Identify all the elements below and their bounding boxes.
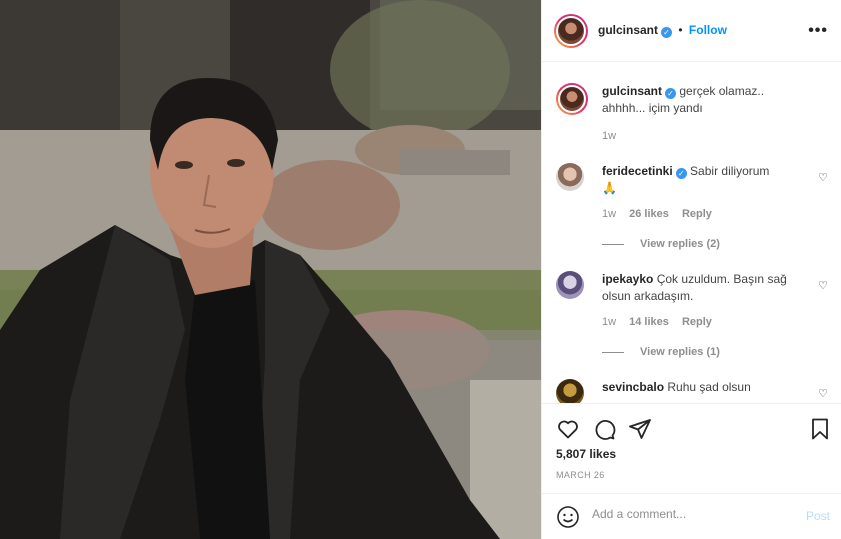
reply-button[interactable]: Reply — [682, 316, 712, 328]
comment-composer: Post — [542, 493, 841, 539]
commenter-avatar[interactable] — [556, 379, 584, 403]
post-header: gulcinsant ✓ • Follow ••• — [542, 0, 841, 62]
divider — [602, 243, 624, 245]
caption-meta: 1w — [602, 130, 626, 142]
more-options-icon[interactable]: ••• — [808, 22, 828, 40]
comment-time[interactable]: 1w — [602, 316, 616, 328]
comment-input[interactable] — [592, 507, 792, 521]
view-replies-label[interactable]: View replies (2) — [640, 238, 720, 250]
caption-avatar[interactable] — [556, 83, 588, 115]
author-avatar[interactable] — [554, 14, 588, 48]
comment-likes[interactable]: 14 likes — [629, 316, 669, 328]
comment-meta: 1w 26 likes Reply — [602, 208, 722, 220]
likes-count[interactable]: 5,807 likes — [556, 447, 616, 461]
list-item: feridecetinki ✓ Sabir diliyorum 🙏 ♡ 1w 26… — [556, 163, 832, 258]
author-username[interactable]: gulcinsant — [598, 23, 658, 37]
comment-body: feridecetinki ✓ Sabir diliyorum 🙏 — [602, 163, 802, 197]
caption: gulcinsant ✓ gerçek olamaz.. ahhhh... içi… — [556, 83, 832, 153]
emoji-icon[interactable] — [556, 505, 580, 529]
view-replies-button[interactable]: View replies (2) — [602, 238, 720, 250]
comment-text: Sabir diliyorum — [690, 164, 770, 178]
list-item: ipekayko Çok uzuldum. Başın sağ olsun ar… — [556, 271, 832, 366]
comment-username[interactable]: feridecetinki — [602, 164, 673, 178]
comment-time[interactable]: 1w — [602, 208, 616, 220]
caption-body: gulcinsant ✓ gerçek olamaz.. ahhhh... içi… — [602, 83, 802, 117]
post-button[interactable]: Post — [806, 509, 830, 523]
post-image — [0, 0, 541, 539]
heart-icon[interactable]: ♡ — [818, 387, 828, 400]
post-date[interactable]: MARCH 26 — [556, 470, 605, 480]
heart-icon[interactable]: ♡ — [818, 279, 828, 292]
view-replies-label[interactable]: View replies (1) — [640, 346, 720, 358]
verified-icon: ✓ — [661, 27, 673, 38]
verified-icon: ✓ — [665, 88, 677, 99]
share-icon[interactable] — [628, 417, 652, 441]
heart-icon[interactable] — [556, 417, 580, 441]
comment-text: Ruhu şad olsun — [667, 380, 751, 394]
caption-time[interactable]: 1w — [602, 130, 616, 142]
post-details-panel: gulcinsant ✓ • Follow ••• gulcinsant ✓ ger… — [541, 0, 841, 539]
author-line: gulcinsant ✓ • Follow — [598, 23, 727, 38]
verified-icon: ✓ — [675, 168, 687, 179]
list-item: sevincbalo Ruhu şad olsun ♡ — [556, 379, 832, 403]
comment-likes[interactable]: 26 likes — [629, 208, 669, 220]
heart-icon[interactable]: ♡ — [818, 171, 828, 184]
post-photo[interactable] — [0, 0, 541, 539]
comment-username[interactable]: ipekayko — [602, 272, 653, 286]
bookmark-icon[interactable] — [808, 417, 832, 441]
caption-username[interactable]: gulcinsant — [602, 84, 662, 98]
pray-emoji: 🙏 — [602, 181, 617, 195]
follow-button[interactable]: Follow — [689, 23, 727, 37]
comment-username[interactable]: sevincbalo — [602, 380, 664, 394]
comments-list[interactable]: gulcinsant ✓ gerçek olamaz.. ahhhh... içi… — [542, 63, 841, 403]
reply-button[interactable]: Reply — [682, 208, 712, 220]
view-replies-button[interactable]: View replies (1) — [602, 346, 720, 358]
divider — [602, 351, 624, 353]
commenter-avatar[interactable] — [556, 271, 584, 299]
comment-body: ipekayko Çok uzuldum. Başın sağ olsun ar… — [602, 271, 802, 305]
comment-icon[interactable] — [592, 417, 616, 441]
commenter-avatar[interactable] — [556, 163, 584, 191]
post-actions: 5,807 likes MARCH 26 — [542, 403, 841, 495]
comment-body: sevincbalo Ruhu şad olsun — [602, 379, 802, 396]
comment-meta: 1w 14 likes Reply — [602, 316, 722, 328]
separator-dot: • — [678, 23, 683, 37]
